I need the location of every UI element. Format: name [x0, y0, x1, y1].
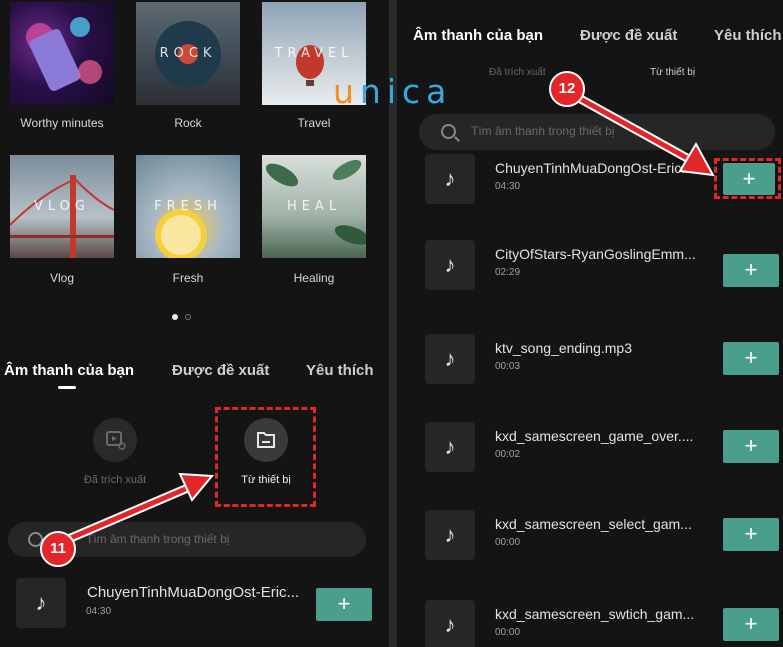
step-badge-11: 11	[40, 531, 76, 567]
unica-logo: unica	[333, 72, 453, 111]
step-arrow-12	[574, 93, 715, 177]
step-badge-12: 12	[549, 71, 585, 107]
left-panel: Worthy minutes ROCK Rock TRAVEL Travel V…	[0, 0, 389, 647]
right-panel: Âm thanh của bạn Được đề xuất Yêu thích …	[397, 0, 783, 647]
